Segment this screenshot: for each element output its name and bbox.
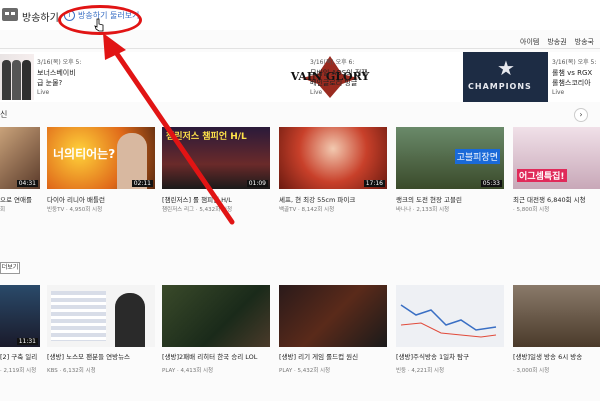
cursor-hand-icon xyxy=(94,18,104,32)
youtube-home-screen: 방송하기 i 방송하기 둘러보기 아이템 방송권 방송국 3/16(목) 오후 … xyxy=(0,0,600,401)
annotation-arrow xyxy=(103,33,235,225)
